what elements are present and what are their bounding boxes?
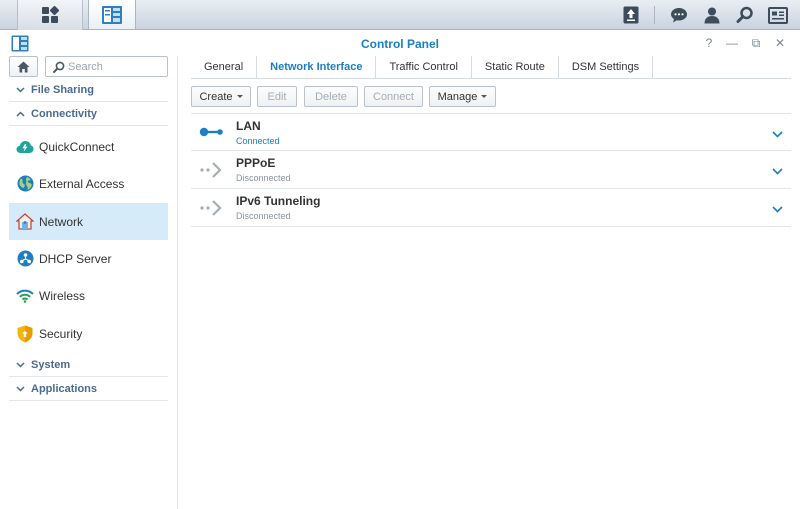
manage-button[interactable]: Manage (429, 86, 496, 107)
group-applications[interactable]: Applications (9, 377, 168, 401)
edit-button[interactable]: Edit (257, 86, 297, 107)
search-icon (736, 6, 753, 23)
widgets-button[interactable] (763, 0, 793, 30)
interface-name: IPv6 Tunneling (236, 194, 321, 208)
interface-name: LAN (236, 119, 261, 133)
interface-status: Disconnected (236, 211, 291, 221)
sidebar: File Sharing Connectivity QuickConnect E… (0, 56, 178, 509)
minimize-button[interactable]: — (723, 35, 741, 51)
sidebar-item-external-access[interactable]: External Access (9, 165, 168, 202)
interface-row-ipv6-tunneling[interactable]: IPv6 Tunneling Disconnected (191, 189, 791, 227)
group-label: Applications (31, 382, 98, 395)
help-button[interactable]: ? (700, 35, 718, 51)
tab-general[interactable]: General (191, 56, 258, 78)
chevron-down-icon (9, 361, 31, 368)
chevron-down-icon[interactable] (772, 127, 783, 141)
globe-icon (11, 175, 39, 192)
dropdown-caret-icon (481, 95, 488, 98)
interface-row-pppoe[interactable]: PPPoE Disconnected (191, 151, 791, 189)
window-titlebar[interactable]: Control Panel ? — ⧉ ✕ (0, 30, 800, 56)
chat-icon (671, 8, 687, 23)
taskbar (0, 0, 800, 30)
group-label: Connectivity (31, 107, 98, 120)
tab-network-interface[interactable]: Network Interface (257, 56, 377, 78)
group-file-sharing[interactable]: File Sharing (9, 78, 168, 102)
search-box[interactable] (45, 56, 168, 77)
connected-link-icon (199, 124, 225, 143)
sidebar-item-label: Network (39, 214, 84, 229)
chevron-down-icon (9, 385, 31, 392)
sidebar-item-wireless[interactable]: Wireless (9, 277, 168, 314)
sidebar-item-quickconnect[interactable]: QuickConnect (9, 128, 168, 165)
dropdown-caret-icon (236, 95, 243, 98)
chevron-up-icon (9, 110, 31, 117)
main-menu-button[interactable] (17, 0, 83, 30)
interface-status: Disconnected (236, 173, 291, 183)
create-button-label: Create (199, 90, 233, 103)
group-system[interactable]: System (9, 353, 168, 377)
search-input[interactable] (68, 59, 164, 74)
sidebar-item-label: Wireless (39, 288, 86, 303)
home-button[interactable] (9, 56, 38, 77)
chevron-down-icon (9, 86, 31, 93)
disconnected-link-icon (199, 199, 225, 220)
notifications-button[interactable] (664, 0, 694, 30)
quickconnect-cloud-icon (11, 140, 39, 154)
upload-icon (623, 6, 639, 24)
shield-icon (11, 325, 39, 343)
house-network-icon (11, 213, 39, 230)
manage-button-label: Manage (437, 90, 478, 103)
close-button[interactable]: ✕ (771, 35, 789, 51)
interface-row-lan[interactable]: LAN Connected (191, 113, 791, 151)
interface-list: LAN Connected PPPoE Disconnected IPv6 Tu… (191, 113, 791, 227)
main-panel: General Network Interface Traffic Contro… (179, 56, 800, 509)
group-label: System (31, 358, 71, 371)
tab-bar: General Network Interface Traffic Contro… (191, 56, 791, 79)
user-button[interactable] (697, 0, 727, 30)
interface-status: Connected (236, 136, 280, 146)
connect-button[interactable]: Connect (364, 86, 423, 107)
chevron-down-icon[interactable] (772, 164, 783, 178)
search-icon (53, 61, 65, 73)
sidebar-item-label: Security (39, 326, 83, 341)
create-button[interactable]: Create (191, 86, 251, 107)
group-label: File Sharing (31, 83, 94, 96)
control-panel-icon (102, 5, 122, 24)
sidebar-item-security[interactable]: Security (9, 315, 168, 352)
chevron-down-icon[interactable] (772, 202, 783, 216)
sidebar-item-dhcp-server[interactable]: DHCP Server (9, 240, 168, 277)
sidebar-item-label: External Access (39, 176, 125, 191)
grid-icon (42, 6, 59, 23)
sidebar-item-label: DHCP Server (39, 251, 112, 266)
dhcp-icon (11, 250, 39, 267)
sidebar-item-label: QuickConnect (39, 139, 115, 154)
home-icon (17, 61, 30, 72)
interface-name: PPPoE (236, 156, 276, 170)
widgets-icon (768, 6, 788, 24)
tab-static-route[interactable]: Static Route (472, 56, 559, 78)
user-icon (704, 7, 720, 24)
upload-button[interactable] (616, 0, 646, 30)
tab-traffic-control[interactable]: Traffic Control (376, 56, 472, 78)
delete-button[interactable]: Delete (304, 86, 358, 107)
group-connectivity[interactable]: Connectivity (9, 102, 168, 126)
search-button[interactable] (730, 0, 760, 30)
window-title: Control Panel (360, 37, 439, 51)
taskbar-divider (654, 6, 655, 24)
sidebar-item-network[interactable]: Network (9, 203, 168, 240)
control-panel-taskbar-button[interactable] (88, 0, 136, 30)
disconnected-link-icon (199, 161, 225, 182)
wifi-icon (11, 289, 39, 303)
tab-dsm-settings[interactable]: DSM Settings (559, 56, 654, 78)
restore-button[interactable]: ⧉ (747, 35, 765, 51)
